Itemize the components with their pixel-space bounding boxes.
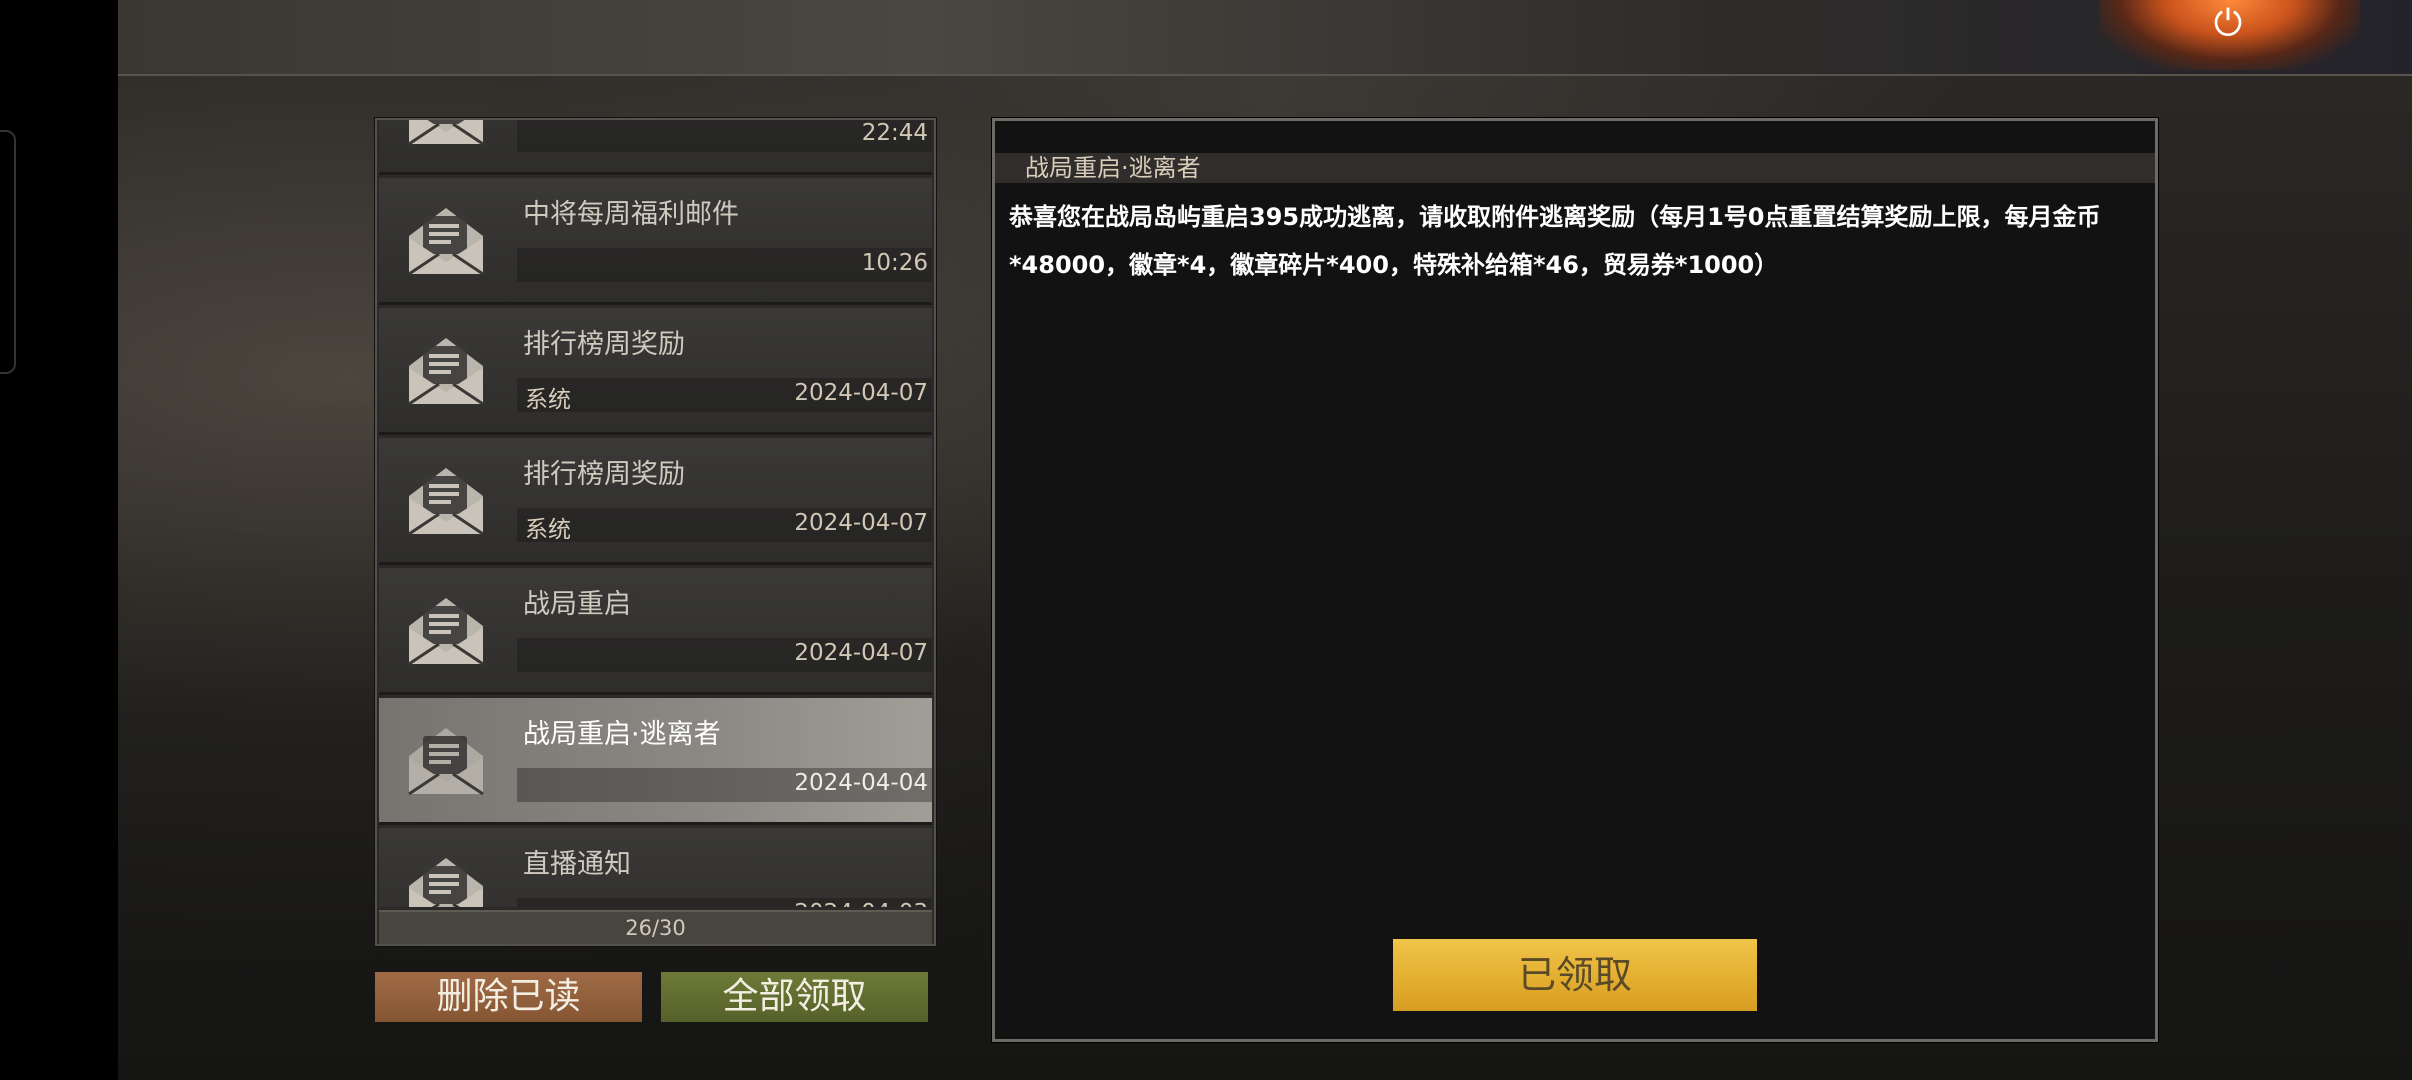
mail-item-title: 排行榜周奖励 [523, 329, 685, 360]
mail-envelope-icon [401, 328, 491, 412]
mail-item-date: 2024-04-07 [794, 510, 928, 536]
delete-read-button[interactable]: 删除已读 [375, 972, 642, 1022]
collect-all-button[interactable]: 全部领取 [661, 972, 928, 1022]
mail-item-sender: 系统 [525, 900, 571, 907]
mail-item-meta: 2024-04-04 [517, 768, 932, 802]
mail-item-meta: 系统 2024-04-03 [517, 898, 932, 907]
mail-item-meta: 22:44 [517, 120, 932, 152]
mail-list-item[interactable]: 排行榜周奖励系统 2024-04-07 [379, 438, 932, 565]
mail-item-meta: 10:26 [517, 248, 932, 282]
mail-item-title: 直播通知 [523, 849, 631, 880]
mail-item-date: 2024-04-07 [794, 640, 928, 666]
mail-item-meta: 2024-04-07 [517, 638, 932, 672]
mail-item-date: 2024-04-03 [794, 900, 928, 907]
mail-detail-body: 恭喜您在战局岛屿重启395成功逃离，请收取附件逃离奖励（每月1号0点重置结算奖励… [1009, 203, 2101, 279]
mail-item-date: 2024-04-04 [794, 770, 928, 796]
mail-envelope-icon [401, 718, 491, 802]
mail-list-item[interactable]: 战局重启·逃离者 2024-04-04 [379, 698, 932, 825]
mail-item-title: 战局重启 [523, 589, 631, 620]
mail-item-meta: 系统 2024-04-07 [517, 508, 932, 543]
mail-item-title: 排行榜周奖励 [523, 459, 685, 490]
mail-item-sender: 系统 [525, 387, 571, 413]
mail-item-date: 2024-04-07 [794, 380, 928, 406]
mail-envelope-icon [401, 120, 491, 152]
mail-envelope-icon [401, 198, 491, 282]
mail-detail-panel: 战局重启·逃离者 恭喜您在战局岛屿重启395成功逃离，请收取附件逃离奖励（每月1… [992, 118, 2158, 1042]
mail-list-item[interactable]: 中将每周福利邮件 10:26 [379, 178, 932, 305]
mail-list-item[interactable]: 22:44 [379, 120, 932, 175]
mail-item-title: 中将每周福利邮件 [523, 199, 739, 230]
mail-item-title: 战局重启·逃离者 [523, 719, 721, 750]
mail-detail-header: 战局重启·逃离者 [995, 153, 2155, 183]
mail-envelope-icon [401, 588, 491, 672]
mail-envelope-icon [401, 848, 491, 907]
mail-item-date: 22:44 [861, 120, 928, 146]
mail-list-item[interactable]: 排行榜周奖励系统 2024-04-07 [379, 308, 932, 435]
mail-item-meta: 系统 2024-04-07 [517, 378, 932, 413]
mail-list-scroll[interactable]: 22:44 中将每周福利邮件 10:26 排行榜周奖励 系统 2024-04-07 排… [379, 120, 932, 907]
mail-detail-title: 战局重启·逃离者 [1025, 154, 1201, 182]
power-icon[interactable]: ⏻ [2206, 2, 2250, 46]
claimed-button[interactable]: 已领取 [1393, 939, 1757, 1011]
mail-list: 22:44 中将每周福利邮件 10:26 排行榜周奖励 系统 2024-04-07 排… [375, 118, 936, 946]
screen-edge [0, 130, 16, 374]
mail-list-item[interactable]: 直播通知系统 2024-04-03 [379, 828, 932, 907]
top-bar [118, 0, 2412, 76]
mail-counter: 26/30 [379, 910, 932, 944]
mail-item-sender: 系统 [525, 517, 571, 543]
mail-item-date: 10:26 [861, 250, 928, 276]
mail-envelope-icon [401, 458, 491, 542]
mail-list-item[interactable]: 战局重启 2024-04-07 [379, 568, 932, 695]
